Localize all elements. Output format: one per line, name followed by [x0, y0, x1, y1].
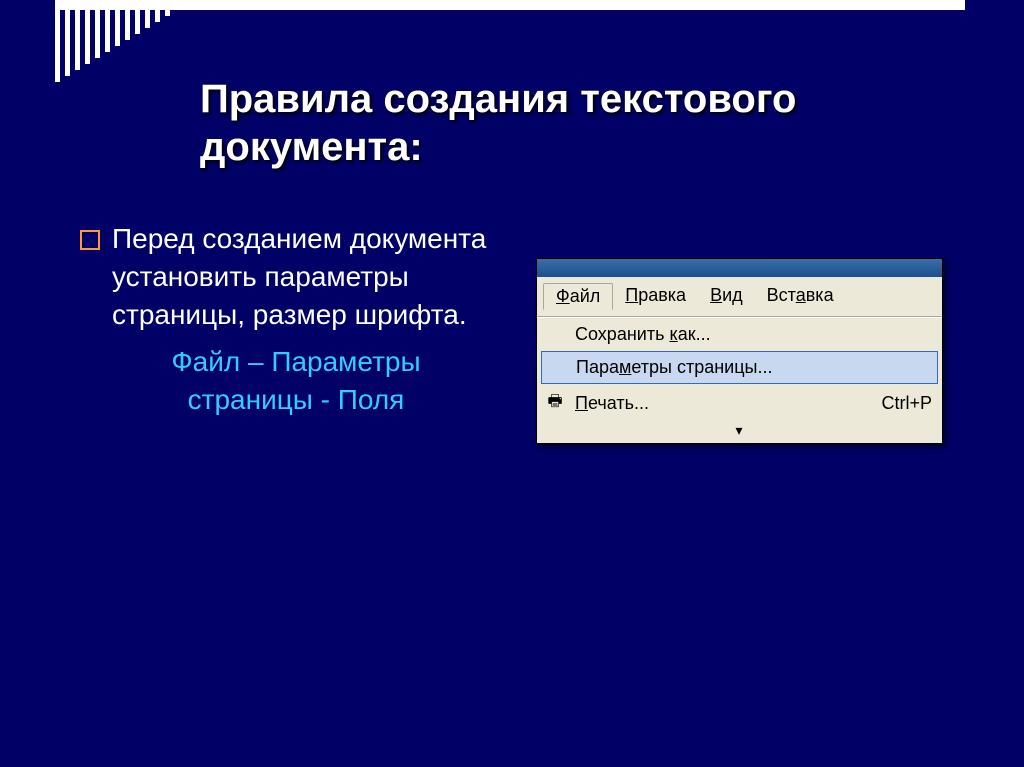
menu-expand-icon[interactable]: ▾: [537, 423, 942, 439]
accent-top-bar: [55, 0, 965, 10]
slide-title: Правила создания текстового документа:: [200, 75, 920, 171]
menu-item-print[interactable]: 🖶 Печать... Ctrl+P: [537, 384, 942, 423]
menu-insert-label: вка: [806, 285, 834, 305]
menu-item-save-as[interactable]: Сохранить как...: [537, 318, 942, 351]
menu-view-label: ид: [722, 285, 743, 305]
menu-file[interactable]: Файл: [543, 283, 613, 310]
accent-stripes: [55, 10, 170, 82]
menu-screenshot: Файл Правка Вид Вставка Сохранить как...…: [536, 258, 943, 444]
sub-path-text: Файл – Параметры страницы - Поля: [106, 343, 486, 419]
menu-insert[interactable]: Вставка: [755, 283, 846, 310]
save-as-label: Сохранить как...: [575, 324, 932, 345]
bullet-item: Перед созданием документа установить пар…: [80, 220, 500, 333]
bullet-text: Перед созданием документа установить пар…: [112, 220, 500, 333]
menu-item-page-setup[interactable]: Параметры страницы...: [541, 351, 938, 384]
menu-edit[interactable]: Правка: [613, 283, 698, 310]
print-label: Печать...: [575, 393, 873, 414]
menu-file-label: айл: [570, 286, 601, 306]
file-dropdown: Сохранить как... Параметры страницы... 🖶…: [537, 317, 942, 443]
page-setup-label: Параметры страницы...: [576, 357, 931, 378]
menu-edit-label: равка: [638, 285, 686, 305]
print-shortcut: Ctrl+P: [881, 393, 932, 414]
window-titlebar: [537, 259, 942, 277]
printer-icon: 🖶: [543, 390, 567, 417]
bullet-marker: [80, 230, 100, 250]
menubar: Файл Правка Вид Вставка: [537, 277, 942, 317]
menu-view[interactable]: Вид: [698, 283, 755, 310]
